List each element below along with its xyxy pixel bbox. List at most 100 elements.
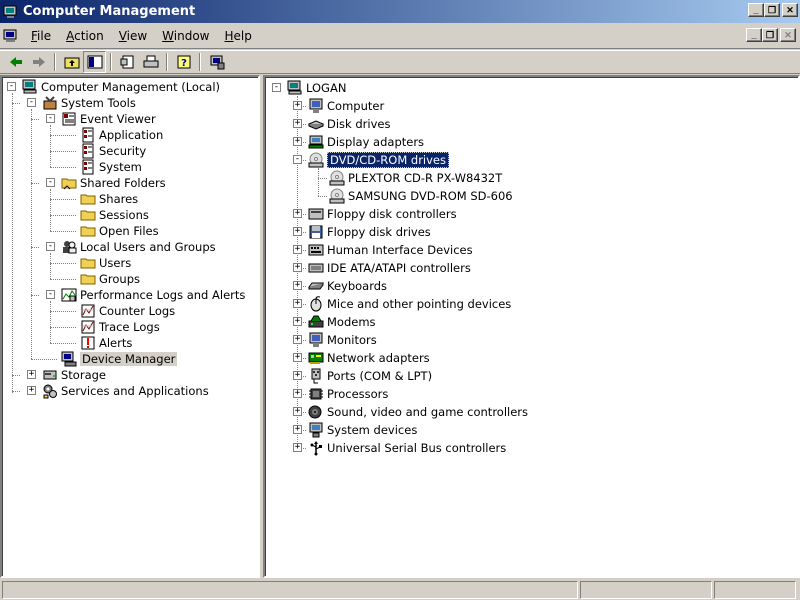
properties-button[interactable]: [116, 51, 139, 73]
tree-node-system-devices[interactable]: System devices: [308, 422, 417, 438]
expand-toggle-modems[interactable]: +: [293, 317, 302, 326]
back-button[interactable]: [4, 51, 27, 73]
tree-node-label: Counter Logs: [99, 304, 176, 318]
expand-toggle-keyboards[interactable]: +: [293, 281, 302, 290]
collapse-toggle-local-users-and-groups[interactable]: -: [46, 242, 55, 251]
collapse-toggle-computer-management-local[interactable]: -: [7, 82, 16, 91]
child-close-button[interactable]: ✕: [780, 28, 796, 42]
menu-action[interactable]: Action: [60, 27, 110, 45]
tree-node-sound-video-game-controllers[interactable]: Sound, video and game controllers: [308, 404, 528, 420]
tree-node-disk-drives[interactable]: Disk drives: [308, 116, 390, 132]
collapse-toggle-event-viewer[interactable]: -: [46, 114, 55, 123]
expand-toggle-processors[interactable]: +: [293, 389, 302, 398]
expand-toggle-floppy-disk-drives[interactable]: +: [293, 227, 302, 236]
tree-node-event-viewer[interactable]: Event Viewer: [61, 111, 156, 127]
hid-icon: [308, 242, 324, 258]
tree-node-mice-and-pointing-devices[interactable]: Mice and other pointing devices: [308, 296, 511, 312]
performance-icon: [61, 287, 77, 303]
tree-node-computer-management-local[interactable]: Computer Management (Local): [22, 79, 220, 95]
expand-toggle-computer[interactable]: +: [293, 101, 302, 110]
tree-node-ide-ata-atapi-controllers[interactable]: IDE ATA/ATAPI controllers: [308, 260, 471, 276]
restore-button[interactable]: ❐: [764, 3, 780, 17]
expand-toggle-services-and-applications[interactable]: +: [27, 386, 36, 395]
tree-node-display-adapters[interactable]: Display adapters: [308, 134, 424, 150]
tree-node-sessions[interactable]: Sessions: [80, 207, 149, 223]
tree-node-label: Sound, video and game controllers: [327, 405, 529, 419]
tree-node-modems[interactable]: Modems: [308, 314, 376, 330]
menu-file[interactable]: File: [25, 27, 57, 45]
tree-node-label: Device Manager: [80, 352, 178, 366]
tree-node-system-tools[interactable]: System Tools: [42, 95, 136, 111]
expand-toggle-sound-video-game-controllers[interactable]: +: [293, 407, 302, 416]
tree-node-performance-logs-and-alerts[interactable]: Performance Logs and Alerts: [61, 287, 245, 303]
menu-window[interactable]: Window: [156, 27, 215, 45]
tree-node-alerts[interactable]: Alerts: [80, 335, 132, 351]
expand-toggle-mice-and-pointing-devices[interactable]: +: [293, 299, 302, 308]
tree-node-keyboards[interactable]: Keyboards: [308, 278, 387, 294]
tree-node-storage[interactable]: Storage: [42, 367, 106, 383]
collapse-toggle-logan[interactable]: -: [272, 83, 281, 92]
show-hide-tree-button[interactable]: [83, 51, 106, 73]
collapse-toggle-system-tools[interactable]: -: [27, 98, 36, 107]
network-adapter-icon: [308, 350, 324, 366]
tree-node-samsung-dvdrom[interactable]: SAMSUNG DVD-ROM SD-606: [329, 188, 513, 204]
tree-node-services-and-applications[interactable]: Services and Applications: [42, 383, 209, 399]
device-tree-pane[interactable]: - LOGAN + Computer + Disk drives + Display adap…: [263, 75, 800, 578]
expand-toggle-ports-com-lpt[interactable]: +: [293, 371, 302, 380]
tree-node-floppy-disk-drives[interactable]: Floppy disk drives: [308, 224, 431, 240]
tree-node-groups[interactable]: Groups: [80, 271, 140, 287]
title-bar[interactable]: Computer Management _ ❐ ✕: [0, 0, 800, 23]
expand-toggle-disk-drives[interactable]: +: [293, 119, 302, 128]
tree-node-dvd-cdrom-drives[interactable]: DVD/CD-ROM drives: [308, 152, 449, 168]
expand-toggle-ide-ata-atapi-controllers[interactable]: +: [293, 263, 302, 272]
expand-toggle-human-interface-devices[interactable]: +: [293, 245, 302, 254]
console-icon[interactable]: [3, 28, 19, 44]
tree-node-logan[interactable]: LOGAN: [287, 80, 346, 96]
expand-toggle-usb-controllers[interactable]: +: [293, 443, 302, 452]
tree-node-security-log[interactable]: Security: [80, 143, 146, 159]
tree-node-human-interface-devices[interactable]: Human Interface Devices: [308, 242, 473, 258]
expand-toggle-floppy-disk-controllers[interactable]: +: [293, 209, 302, 218]
minimize-button[interactable]: _: [748, 3, 764, 17]
menu-help[interactable]: Help: [219, 27, 258, 45]
tree-node-trace-logs[interactable]: Trace Logs: [80, 319, 160, 335]
tree-node-device-manager[interactable]: Device Manager: [61, 351, 178, 367]
expand-toggle-display-adapters[interactable]: +: [293, 137, 302, 146]
tree-node-plextor-cdr[interactable]: PLEXTOR CD-R PX-W8432T: [329, 170, 502, 186]
print-button[interactable]: [139, 51, 162, 73]
collapse-toggle-performance-logs-and-alerts[interactable]: -: [46, 290, 55, 299]
tree-node-processors[interactable]: Processors: [308, 386, 388, 402]
up-one-level-button[interactable]: [60, 51, 83, 73]
child-restore-button[interactable]: ❐: [762, 28, 778, 42]
status-panel-main: [2, 581, 579, 599]
tree-node-ports-com-lpt[interactable]: Ports (COM & LPT): [308, 368, 432, 384]
forward-button[interactable]: [27, 51, 50, 73]
device-manager-toolbar-button[interactable]: [205, 51, 228, 73]
tree-node-local-users-and-groups[interactable]: Local Users and Groups: [61, 239, 216, 255]
expand-toggle-system-devices[interactable]: +: [293, 425, 302, 434]
tree-node-computer[interactable]: Computer: [308, 98, 384, 114]
expand-toggle-monitors[interactable]: +: [293, 335, 302, 344]
tree-node-counter-logs[interactable]: Counter Logs: [80, 303, 175, 319]
tree-connector-line: [50, 343, 76, 344]
tree-node-floppy-disk-controllers[interactable]: Floppy disk controllers: [308, 206, 457, 222]
expand-toggle-storage[interactable]: +: [27, 370, 36, 379]
tree-node-usb-controllers[interactable]: Universal Serial Bus controllers: [308, 440, 506, 456]
tree-node-system-log[interactable]: System: [80, 159, 142, 175]
menu-view[interactable]: View: [113, 27, 153, 45]
tree-node-open-files[interactable]: Open Files: [80, 223, 159, 239]
collapse-toggle-shared-folders[interactable]: -: [46, 178, 55, 187]
tree-node-application-log[interactable]: Application: [80, 127, 163, 143]
tree-node-network-adapters[interactable]: Network adapters: [308, 350, 430, 366]
tree-node-label: Performance Logs and Alerts: [80, 288, 246, 302]
console-tree-pane[interactable]: - Computer Management (Local) - System Tool…: [0, 75, 260, 578]
tree-node-shares[interactable]: Shares: [80, 191, 138, 207]
expand-toggle-network-adapters[interactable]: +: [293, 353, 302, 362]
tree-node-users[interactable]: Users: [80, 255, 131, 271]
close-button[interactable]: ✕: [782, 3, 798, 17]
child-minimize-button[interactable]: _: [746, 28, 762, 42]
tree-node-shared-folders[interactable]: Shared Folders: [61, 175, 166, 191]
tree-node-monitors[interactable]: Monitors: [308, 332, 377, 348]
collapse-toggle-dvd-cdrom-drives[interactable]: -: [293, 155, 302, 164]
help-button[interactable]: ?: [172, 51, 195, 73]
